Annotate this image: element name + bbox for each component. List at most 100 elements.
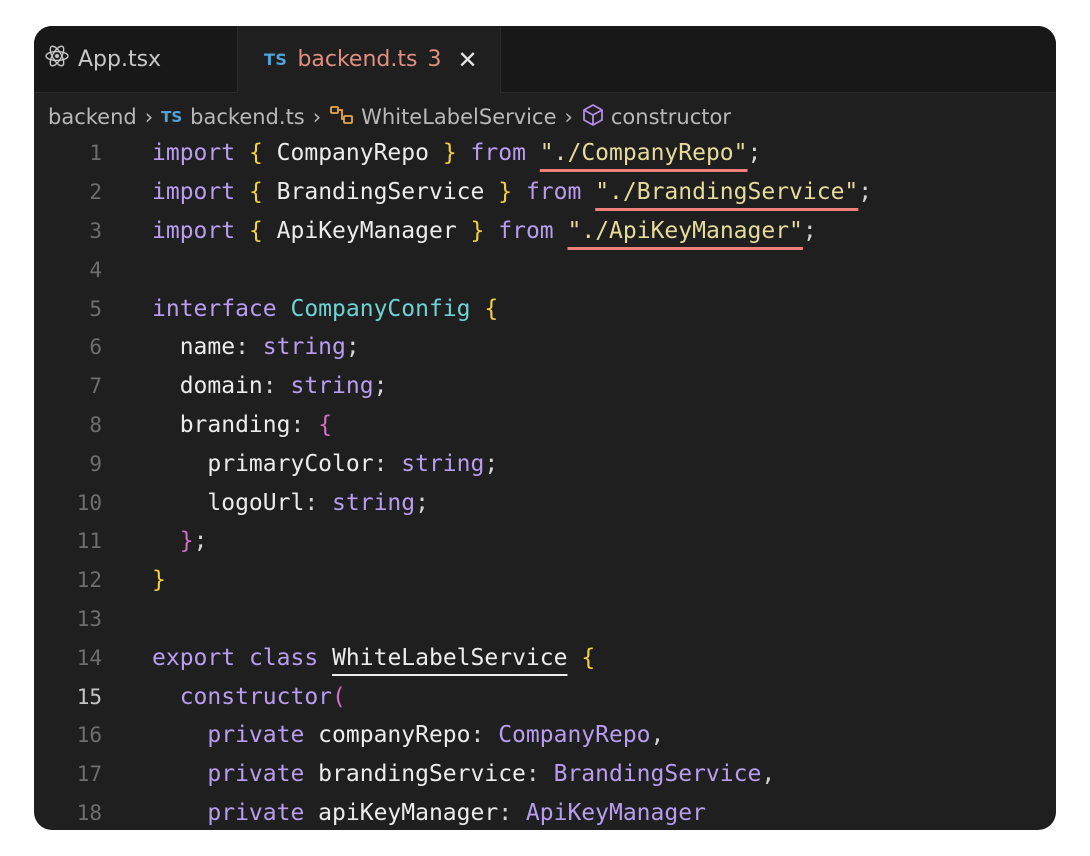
line-number: 10: [76, 490, 102, 515]
code-token: brandingService: [304, 761, 526, 788]
code-line[interactable]: 6 name: string;: [34, 328, 1056, 367]
code-token: ;: [802, 217, 817, 244]
line-source: private apiKeyManager: ApiKeyManager: [152, 800, 706, 826]
typescript-icon: TS: [264, 50, 288, 69]
code-token: "./CompanyRepo": [539, 140, 748, 167]
line-source: private companyRepo: CompanyRepo,: [152, 722, 664, 748]
code-token: private: [207, 799, 305, 826]
line-number: 2: [89, 180, 102, 205]
code-token: domain: [152, 373, 263, 400]
line-number: 1: [89, 141, 102, 166]
code-token: private: [207, 722, 305, 749]
code-line[interactable]: 4: [34, 250, 1056, 289]
code-token: "./BrandingService": [595, 179, 859, 206]
code-token: {: [248, 179, 263, 206]
code-line[interactable]: 5 interface CompanyConfig {: [34, 289, 1056, 328]
code-line[interactable]: 7 domain: string;: [34, 367, 1056, 406]
code-line[interactable]: 9 primaryColor: string;: [34, 444, 1056, 483]
code-token: }: [152, 567, 166, 594]
code-token: import: [152, 217, 236, 244]
code-line[interactable]: 13: [34, 600, 1056, 639]
chevron-right-icon: ›: [312, 105, 322, 129]
code-editor[interactable]: 1 import { CompanyRepo } from "./CompanyR…: [34, 134, 1056, 830]
line-number: 17: [76, 762, 102, 787]
line-source: primaryColor: string;: [152, 451, 498, 477]
code-token: interface: [152, 295, 277, 322]
code-line[interactable]: 14 export class WhiteLabelService {: [34, 638, 1056, 677]
code-token: {: [248, 140, 263, 167]
react-icon: [44, 43, 78, 75]
code-line[interactable]: 1 import { CompanyRepo } from "./CompanyR…: [34, 134, 1056, 173]
code-token: ApiKeyManager: [262, 217, 471, 244]
code-token: {: [484, 295, 499, 322]
code-line[interactable]: 10 logoUrl: string;: [34, 483, 1056, 522]
code-token: logoUrl: [152, 489, 305, 516]
code-token: :: [525, 761, 554, 788]
code-line[interactable]: 15 constructor(: [34, 677, 1056, 716]
code-line[interactable]: 12}: [34, 561, 1056, 600]
code-line[interactable]: 16 private companyRepo: CompanyRepo,: [34, 716, 1056, 755]
code-token: BrandingService: [553, 761, 762, 788]
code-line[interactable]: 17 private brandingService: BrandingServ…: [34, 755, 1056, 794]
code-token: ;: [484, 450, 499, 477]
line-number: 16: [76, 723, 102, 748]
close-icon[interactable]: ✕: [457, 48, 477, 72]
tab-app-tsx[interactable]: App.tsx: [34, 26, 238, 92]
code-line[interactable]: 8 branding: {: [34, 406, 1056, 445]
code-token: BrandingService: [262, 179, 499, 206]
editor-window: App.tsx TS backend.ts 3 ✕ backend › TS b…: [34, 26, 1056, 830]
breadcrumb-class[interactable]: WhiteLabelService: [361, 105, 556, 129]
code-token: from: [525, 179, 582, 206]
breadcrumb-folder[interactable]: backend: [48, 105, 137, 129]
line-source: }: [152, 567, 166, 593]
code-line[interactable]: 3 import { ApiKeyManager } from "./ApiKey…: [34, 212, 1056, 251]
line-source: private brandingService: BrandingService…: [152, 761, 775, 787]
code-token: :: [304, 489, 333, 516]
code-line[interactable]: 18 private apiKeyManager: ApiKeyManager: [34, 794, 1056, 830]
line-source: name: string;: [152, 334, 360, 360]
code-token: :: [235, 334, 263, 361]
code-line[interactable]: 11 };: [34, 522, 1056, 561]
code-token: CompanyConfig: [290, 295, 471, 322]
code-token: ;: [858, 179, 873, 206]
code-token: ApiKeyManager: [525, 799, 706, 826]
code-token: class: [248, 644, 319, 671]
code-token: from: [470, 140, 526, 167]
code-token: WhiteLabelService: [332, 644, 568, 671]
code-line[interactable]: 2 import { BrandingService } from "./Bran…: [34, 173, 1056, 212]
code-token: (: [332, 683, 346, 710]
breadcrumb-file[interactable]: backend.ts: [190, 105, 305, 129]
line-number: 15: [76, 684, 102, 709]
code-token: ;: [193, 528, 208, 555]
code-token: }: [470, 217, 485, 244]
code-token: ;: [415, 489, 429, 516]
code-token: companyRepo: [304, 722, 471, 749]
code-token: from: [498, 217, 554, 244]
line-number: 12: [76, 568, 102, 593]
code-token: constructor: [179, 683, 333, 710]
line-number: 11: [76, 529, 102, 554]
code-token: }: [179, 528, 194, 555]
chevron-right-icon: ›: [144, 105, 154, 129]
code-token: name: [152, 334, 236, 361]
line-source: import { BrandingService } from "./Brand…: [152, 179, 872, 205]
code-token: {: [248, 217, 263, 244]
tab-backend-ts[interactable]: TS backend.ts 3 ✕: [238, 26, 501, 93]
code-token: :: [290, 411, 319, 438]
breadcrumb-member[interactable]: constructor: [611, 105, 731, 129]
line-source: branding: {: [152, 412, 332, 438]
